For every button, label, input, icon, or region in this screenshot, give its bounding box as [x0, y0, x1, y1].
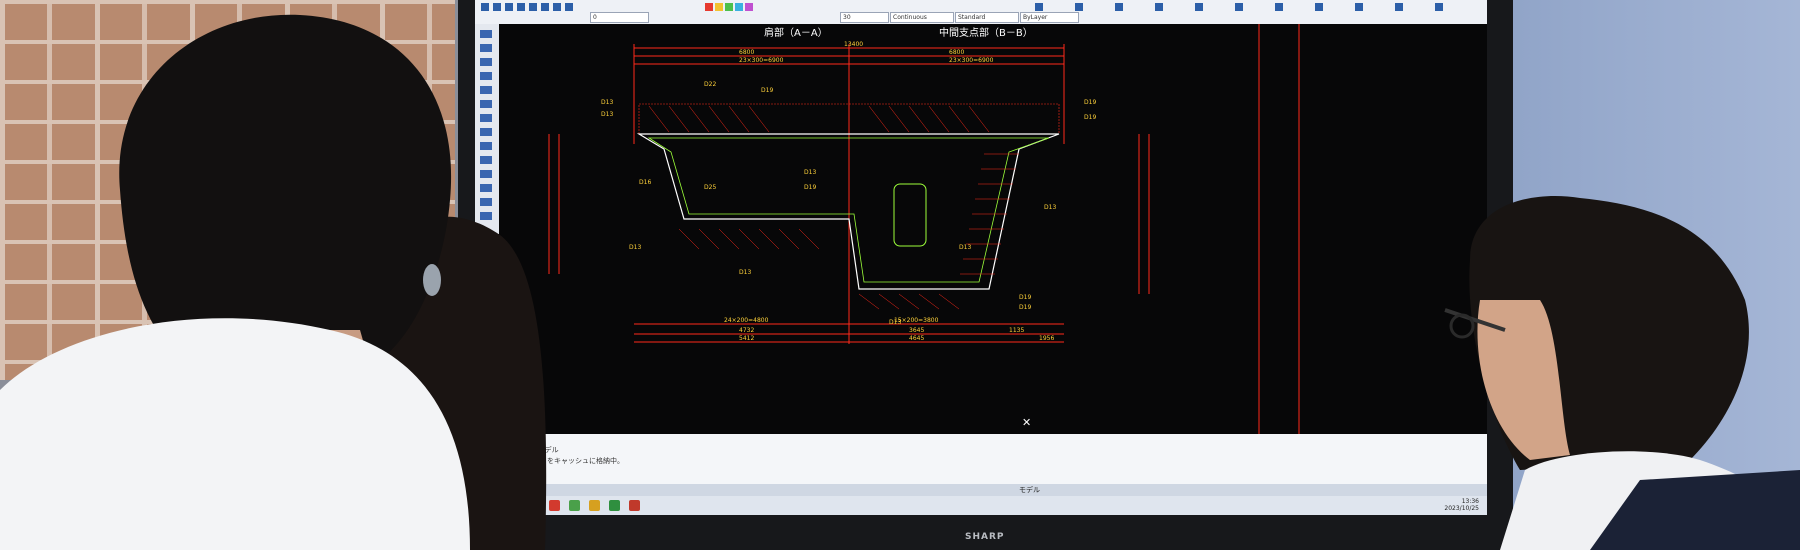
person-head — [119, 14, 452, 360]
photo-scene: 0 30 Continuous Standard ByLayer 肩部（A－A）… — [0, 0, 1800, 550]
foreground-people — [0, 14, 1800, 550]
earpiece — [423, 264, 441, 296]
glasses — [1449, 313, 1475, 339]
